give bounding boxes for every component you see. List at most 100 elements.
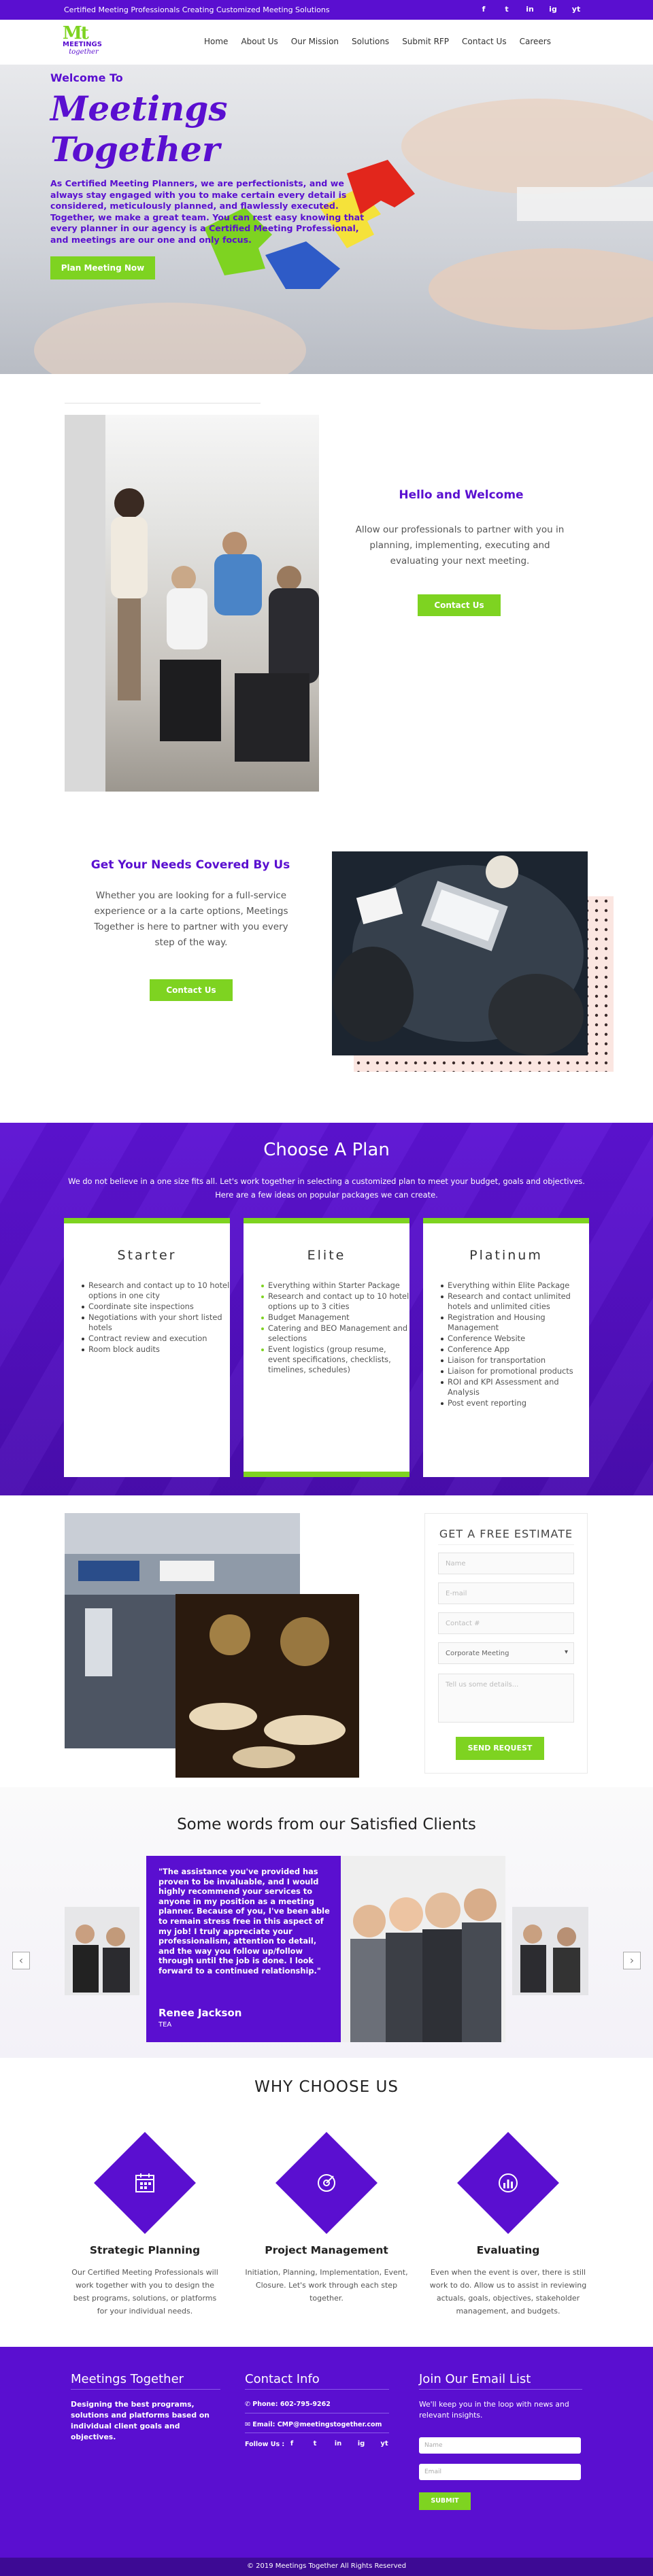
follow-label: Follow Us : xyxy=(245,2441,285,2448)
facebook-icon[interactable]: f xyxy=(472,3,495,16)
youtube-icon[interactable]: yt xyxy=(565,3,588,16)
plans-intro: We do not believe in a one size fits all… xyxy=(68,1176,585,1200)
plan-feature: Post event reporting xyxy=(441,1398,589,1408)
plan-feature: Negotiations with your short listed hote… xyxy=(82,1312,230,1333)
newsletter-email-input[interactable]: Email xyxy=(419,2464,581,2480)
plan-feature: Room block audits xyxy=(82,1344,230,1355)
plan-feature: Catering and BEO Management and selectio… xyxy=(261,1323,409,1344)
why-item-title: Strategic Planning xyxy=(89,2244,201,2256)
plan-feature: Budget Management xyxy=(261,1312,409,1323)
newsletter-submit-button[interactable]: SUBMIT xyxy=(419,2492,471,2510)
testimonials-section: Some words from our Satisfied Clients "T… xyxy=(0,1787,653,2058)
email-row[interactable]: ✉ Email: CMP@meetingstogether.com xyxy=(245,2420,382,2430)
why-item-text: Initiation, Planning, Implementation, Ev… xyxy=(245,2268,408,2303)
email-list-title: Join Our Email List xyxy=(419,2372,531,2386)
plan-card-elite[interactable]: Elite Everything within Starter Package … xyxy=(244,1218,409,1477)
next-arrow-icon[interactable]: › xyxy=(623,1952,641,1969)
footer-social: f t in ig yt xyxy=(280,2438,396,2450)
plan-feature: Contract review and execution xyxy=(82,1334,230,1344)
meeting-type-select[interactable]: Corporate Meeting ▾ xyxy=(438,1642,574,1664)
hero-paragraph: As Certified Meeting Planners, we are pe… xyxy=(50,178,365,245)
nav-item-solutions[interactable]: Solutions xyxy=(352,37,389,46)
testimonial-image xyxy=(341,1856,505,2042)
twitter-icon[interactable]: t xyxy=(495,3,518,16)
email-list-text: We'll keep you in the loop with news and… xyxy=(419,2400,569,2420)
footer-about-text: Designing the best programs, solutions a… xyxy=(71,2400,210,2441)
instagram-icon[interactable]: ig xyxy=(350,2438,373,2450)
phone-text: Phone: 602-795-9262 xyxy=(252,2401,331,2408)
plan-feature: Conference Website xyxy=(441,1334,589,1344)
plan-feature: Research and contact up to 10 hotel opti… xyxy=(261,1291,409,1311)
newsletter-name-input[interactable]: Name xyxy=(419,2437,581,2454)
why-item-text: Our Certified Meeting Professionals will… xyxy=(71,2268,218,2316)
logo-text: MEETINGS xyxy=(63,41,102,48)
divider xyxy=(65,403,261,404)
plan-name: Elite xyxy=(307,1248,346,1263)
hero-title: Meetings Together xyxy=(50,88,228,169)
plan-meeting-button[interactable]: Plan Meeting Now xyxy=(50,256,155,279)
logo[interactable]: Mt MEETINGS together xyxy=(63,23,105,58)
plan-name: Platinum xyxy=(469,1248,543,1263)
select-value: Corporate Meeting xyxy=(446,1650,509,1657)
next-slide-image xyxy=(512,1907,588,1995)
plan-feature: Everything within Starter Package xyxy=(261,1281,409,1291)
instagram-icon[interactable]: ig xyxy=(541,3,565,16)
send-request-button[interactable]: SEND REQUEST xyxy=(456,1737,544,1760)
nav-item-careers[interactable]: Careers xyxy=(520,37,551,46)
nav-item-about[interactable]: About Us xyxy=(241,37,278,46)
facebook-icon[interactable]: f xyxy=(280,2438,303,2450)
hello-contact-button[interactable]: Contact Us xyxy=(418,594,501,616)
testimonial-card: "The assistance you've provided has prov… xyxy=(146,1856,341,2042)
social-links: f t in ig yt xyxy=(472,3,588,16)
plan-feature: Coordinate site inspections xyxy=(82,1302,230,1312)
plan-card-platinum[interactable]: Platinum Everything within Elite Package… xyxy=(423,1218,589,1477)
prev-slide-image xyxy=(65,1907,139,1995)
linkedin-icon[interactable]: in xyxy=(518,3,541,16)
divider xyxy=(71,2389,220,2390)
plan-feature: Everything within Elite Package xyxy=(441,1281,589,1291)
plan-card-starter[interactable]: Starter Research and contact up to 10 ho… xyxy=(64,1218,230,1477)
nav-item-rfp[interactable]: Submit RFP xyxy=(402,37,449,46)
testimonial-author: Renee Jackson xyxy=(158,2007,242,2019)
name-input[interactable]: Name xyxy=(438,1553,574,1574)
plan-feature: ROI and KPI Assessment and Analysis xyxy=(441,1377,589,1397)
prev-arrow-icon[interactable]: ‹ xyxy=(12,1952,30,1969)
plan-name: Starter xyxy=(117,1248,177,1263)
needs-text: Whether you are looking for a full-servi… xyxy=(94,890,288,948)
bar-chart-icon xyxy=(499,2173,518,2192)
why-item-title: Evaluating xyxy=(476,2244,540,2256)
ballroom-image xyxy=(175,1594,359,1778)
phone-row: ✆ Phone: 602-795-9262 xyxy=(245,2399,331,2410)
why-title: WHY CHOOSE US xyxy=(254,2078,399,2096)
plan-feature: Liaison for promotional products xyxy=(441,1366,589,1376)
estimate-title: GET A FREE ESTIMATE xyxy=(439,1527,573,1540)
mail-icon: ✉ xyxy=(245,2421,253,2428)
message-textarea[interactable]: Tell us some details... xyxy=(438,1674,574,1723)
linkedin-icon[interactable]: in xyxy=(326,2438,350,2450)
divider xyxy=(245,2389,389,2390)
nav-item-contact[interactable]: Contact Us xyxy=(462,37,507,46)
divider xyxy=(419,2389,582,2390)
needs-contact-button[interactable]: Contact Us xyxy=(150,979,233,1001)
top-bar: Certified Meeting Professionals Creating… xyxy=(0,0,653,20)
plans-title: Choose A Plan xyxy=(263,1140,390,1160)
copyright-text: © 2019 Meetings Together All Rights Rese… xyxy=(246,2562,407,2570)
email-text: Email: CMP@meetingstogether.com xyxy=(252,2421,382,2428)
nav-item-home[interactable]: Home xyxy=(204,37,228,46)
needs-title: Get Your Needs Covered By Us xyxy=(90,858,290,872)
plan-feature: Research and contact unlimited hotels an… xyxy=(441,1291,589,1312)
testimonials-title: Some words from our Satisfied Clients xyxy=(177,1816,476,1833)
contact-info-title: Contact Info xyxy=(245,2372,320,2386)
hello-text: Allow our professionals to partner with … xyxy=(355,524,565,566)
twitter-icon[interactable]: t xyxy=(303,2438,326,2450)
youtube-icon[interactable]: yt xyxy=(373,2438,396,2450)
plan-feature: Conference App xyxy=(441,1344,589,1355)
plan-feature: Liaison for transportation xyxy=(441,1355,589,1366)
why-item-title: Project Management xyxy=(265,2244,388,2256)
footer-title: Meetings Together xyxy=(71,2372,184,2386)
hero-section: Welcome To Meetings Together As Certifie… xyxy=(0,65,653,374)
contact-input[interactable]: Contact # xyxy=(438,1612,574,1634)
testimonial-quote: "The assistance you've provided has prov… xyxy=(158,1867,330,1976)
nav-item-mission[interactable]: Our Mission xyxy=(291,37,339,46)
email-input[interactable]: E-mail xyxy=(438,1582,574,1604)
